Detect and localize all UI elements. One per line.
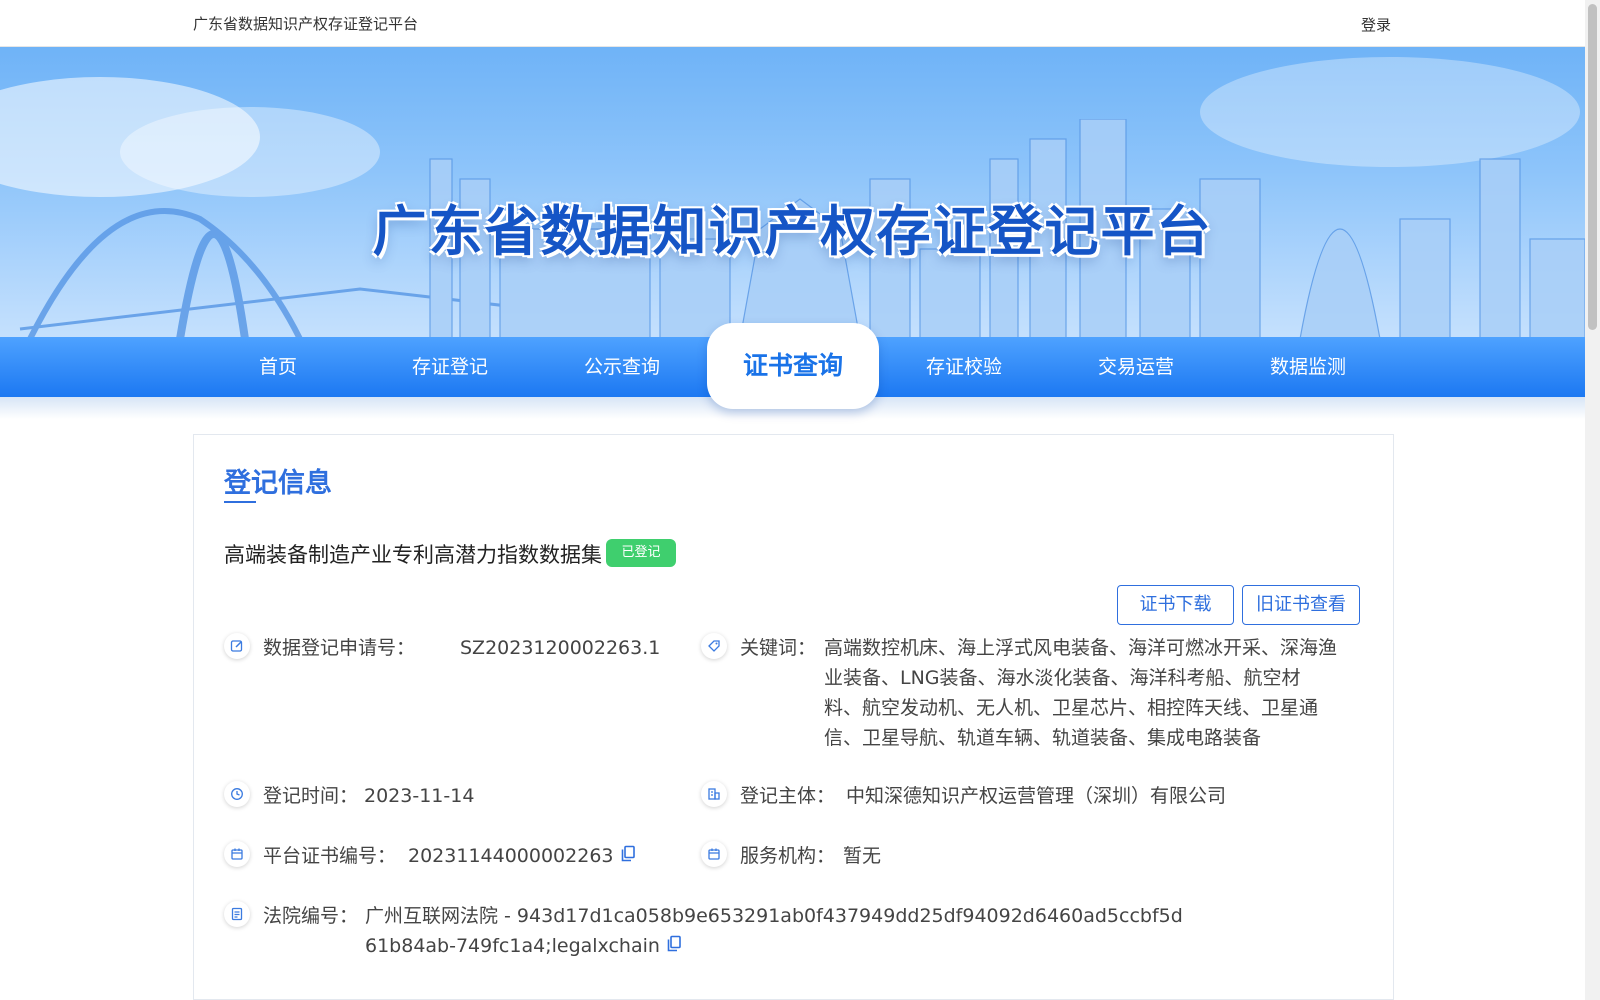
copy-icon[interactable] [620, 842, 636, 872]
keywords-value: 高端数控机床、海上浮式风电装备、海洋可燃冰开采、深海渔业装备、LNG装备、海水淡… [824, 637, 1338, 749]
field-service-org: 服务机构： 暂无 [701, 841, 1361, 871]
registration-subject-value: 中知深德知识产权运营管理（深圳）有限公司 [846, 785, 1227, 807]
field-court-no: 法院编号： 广州互联网法院 - 943d17d1ca058b9e653291ab… [224, 901, 1364, 965]
field-certificate-no: 平台证书编号： 20231144000002263 [224, 841, 694, 871]
nav-item-certificate-query[interactable]: 证书查询 [707, 323, 879, 409]
old-certificate-view-button[interactable]: 旧证书查看 [1242, 585, 1360, 625]
status-badge: 已登记 [606, 539, 676, 567]
application-no-value: SZ2023120002263.1 [460, 637, 661, 659]
nav-item-monitoring[interactable]: 数据监测 [1222, 337, 1394, 397]
document-icon [224, 901, 250, 927]
certificate-no-value: 20231144000002263 [408, 845, 614, 867]
field-application-no: 数据登记申请号： SZ2023120002263.1 [224, 633, 684, 663]
top-bar: 广东省数据知识产权存证登记平台 登录 [0, 0, 1585, 47]
field-registration-time: 登记时间： 2023-11-14 [224, 781, 684, 811]
tag-icon [701, 633, 727, 659]
court-no-wrap: 广州互联网法院 - 943d17d1ca058b9e653291ab0f4379… [365, 901, 1185, 962]
field-label: 登记主体： [740, 785, 836, 807]
calendar-icon [701, 841, 727, 867]
certificate-download-button[interactable]: 证书下载 [1117, 585, 1234, 625]
field-label: 登记时间： [263, 785, 359, 807]
field-registration-subject: 登记主体： 中知深德知识产权运营管理（深圳）有限公司 [701, 781, 1361, 811]
edit-icon [224, 633, 250, 659]
dataset-name: 高端装备制造产业专利高潜力指数数据集 [224, 543, 602, 567]
nav-item-register[interactable]: 存证登记 [364, 337, 536, 397]
field-label: 平台证书编号： [263, 845, 397, 867]
copy-icon[interactable] [666, 932, 682, 962]
scrollbar-thumb[interactable] [1588, 4, 1597, 330]
site-name: 广东省数据知识产权存证登记平台 [193, 15, 419, 33]
field-label: 数据登记申请号： [263, 637, 416, 659]
clock-icon [224, 781, 250, 807]
registration-info-card: 登记信息 高端装备制造产业专利高潜力指数数据集 已登记 证书下载 旧证书查看 数… [193, 434, 1394, 1000]
field-label: 服务机构： [740, 845, 836, 867]
registration-time-value: 2023-11-14 [364, 785, 475, 807]
field-keywords: 关键词： 高端数控机床、海上浮式风电装备、海洋可燃冰开采、深海渔业装备、LNG装… [701, 633, 1361, 758]
calendar-icon [224, 841, 250, 867]
section-underline [224, 501, 256, 503]
login-link[interactable]: 登录 [1361, 14, 1391, 35]
banner-title: 广东省数据知识产权存证登记平台 [372, 200, 1213, 263]
nav-item-home[interactable]: 首页 [192, 337, 364, 397]
field-label: 关键词： [740, 637, 817, 659]
court-no-value: 广州互联网法院 - 943d17d1ca058b9e653291ab0f4379… [365, 905, 1183, 957]
service-org-value: 暂无 [843, 845, 882, 867]
field-label: 法院编号： [263, 905, 359, 927]
nav-item-public-query[interactable]: 公示查询 [536, 337, 708, 397]
section-title: 登记信息 [224, 468, 332, 499]
nav-item-trade[interactable]: 交易运营 [1050, 337, 1222, 397]
certificate-no-wrap: 20231144000002263 [408, 841, 636, 872]
building-icon [701, 781, 727, 807]
nav-item-verification[interactable]: 存证校验 [878, 337, 1050, 397]
main-nav: 首页 存证登记 公示查询 证书查询 存证校验 交易运营 数据监测 [0, 323, 1585, 409]
